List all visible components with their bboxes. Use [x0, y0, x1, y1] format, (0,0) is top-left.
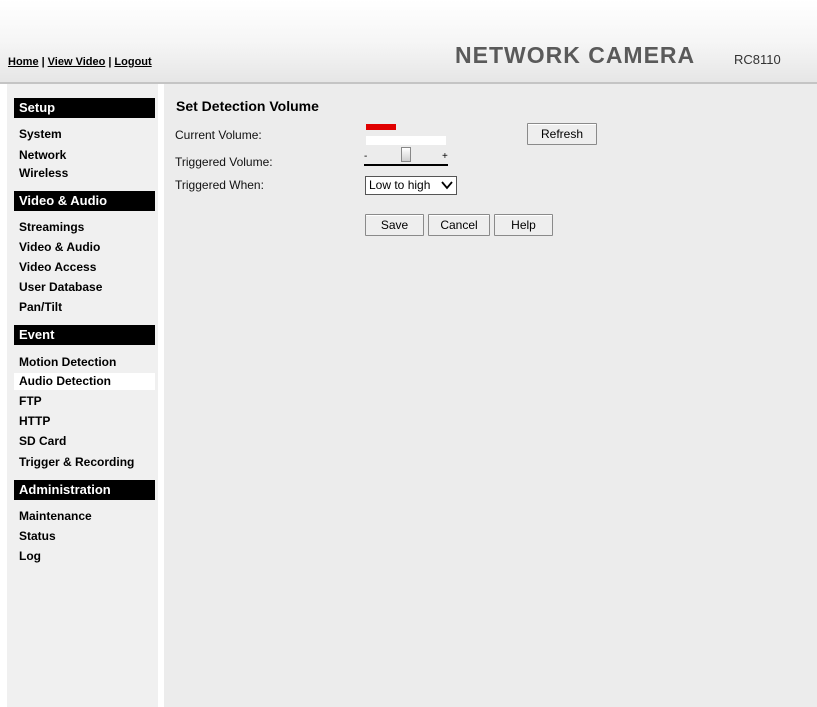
- sidebar-item-network[interactable]: Network: [14, 147, 155, 164]
- current-volume-indicator: [366, 124, 396, 130]
- sidebar-item-wireless[interactable]: Wireless: [14, 165, 155, 182]
- sidebar-item-log[interactable]: Log: [14, 548, 155, 565]
- sidebar-item-pan-tilt[interactable]: Pan/Tilt: [14, 299, 155, 316]
- section-header-video-audio: Video & Audio: [14, 191, 155, 211]
- sidebar-item-trigger-recording[interactable]: Trigger & Recording: [14, 454, 155, 471]
- section-header-event: Event: [14, 325, 155, 345]
- sidebar-item-streamings[interactable]: Streamings: [14, 219, 155, 236]
- sidebar-item-http[interactable]: HTTP: [14, 413, 155, 430]
- sidebar-item-system[interactable]: System: [14, 126, 155, 143]
- slider-min-label: -: [364, 151, 368, 162]
- save-button[interactable]: Save: [365, 214, 424, 236]
- current-volume-track: [366, 136, 446, 145]
- triggered-when-value: Low to high: [369, 178, 431, 192]
- brand-title: NETWORK CAMERA: [455, 42, 696, 68]
- slider-max-label: +: [442, 151, 448, 162]
- model-number: RC8110: [734, 52, 781, 67]
- sidebar-item-ftp[interactable]: FTP: [14, 393, 155, 410]
- sidebar-item-video-access[interactable]: Video Access: [14, 259, 155, 276]
- triggered-when-select[interactable]: Low to high: [365, 176, 457, 195]
- triggered-volume-label: Triggered Volume:: [175, 155, 273, 169]
- slider-thumb[interactable]: [401, 147, 411, 162]
- link-separator: |: [41, 56, 45, 68]
- page-header: Home | View Video | Logout NETWORK CAMERA RC…: [0, 0, 817, 84]
- refresh-button[interactable]: Refresh: [527, 123, 597, 145]
- chevron-down-icon: [441, 181, 453, 190]
- section-header-administration: Administration: [14, 480, 155, 500]
- view-video-link[interactable]: View Video: [48, 56, 106, 68]
- page-title: Set Detection Volume: [176, 98, 319, 114]
- sidebar-item-sd-card[interactable]: SD Card: [14, 433, 155, 450]
- logout-link[interactable]: Logout: [114, 56, 151, 68]
- current-volume-label: Current Volume:: [175, 128, 262, 142]
- sidebar-item-status[interactable]: Status: [14, 528, 155, 545]
- help-button[interactable]: Help: [494, 214, 553, 236]
- sidebar: Setup System Network Wireless Video & Au…: [7, 84, 158, 707]
- sidebar-item-user-database[interactable]: User Database: [14, 279, 155, 296]
- home-link[interactable]: Home: [8, 56, 39, 68]
- cancel-button[interactable]: Cancel: [428, 214, 490, 236]
- top-nav-links: Home | View Video | Logout: [8, 56, 152, 68]
- slider-track: [364, 164, 448, 166]
- sidebar-item-video-audio[interactable]: Video & Audio: [14, 239, 155, 256]
- section-header-setup: Setup: [14, 98, 155, 118]
- triggered-volume-slider[interactable]: - +: [364, 147, 452, 169]
- sidebar-item-maintenance[interactable]: Maintenance: [14, 508, 155, 525]
- main-panel: Set Detection Volume Current Volume: Ref…: [164, 84, 817, 707]
- triggered-when-label: Triggered When:: [175, 178, 264, 192]
- sidebar-item-audio-detection[interactable]: Audio Detection: [14, 373, 155, 390]
- sidebar-item-motion-detection[interactable]: Motion Detection: [14, 354, 155, 371]
